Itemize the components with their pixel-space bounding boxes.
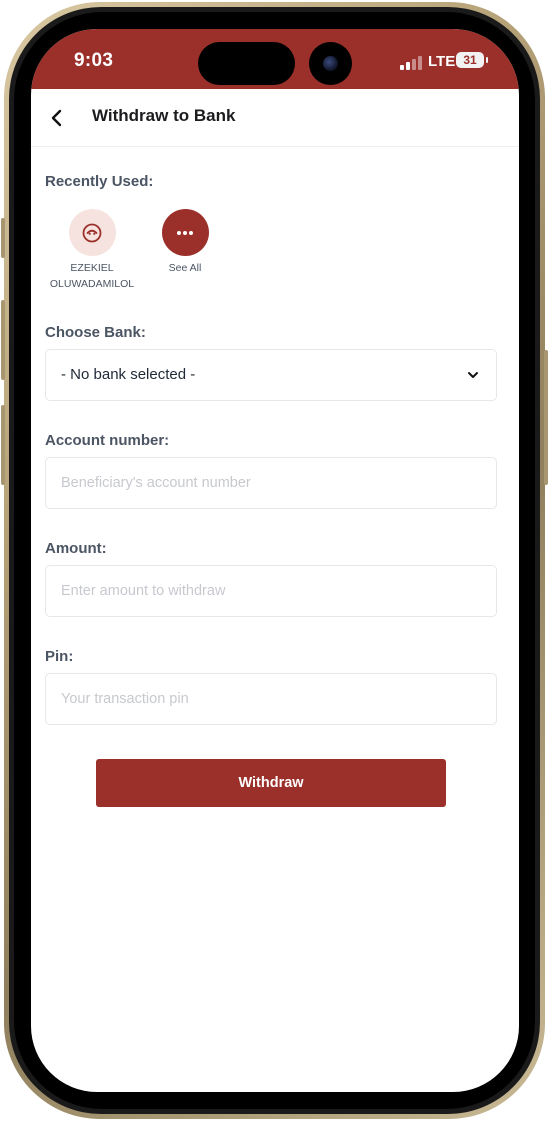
pin-label: Pin: — [45, 648, 74, 665]
recent-beneficiary[interactable]: EZEKIEL OLUWADAMILOL — [35, 209, 149, 292]
dynamic-island — [198, 42, 295, 85]
status-time: 9:03 — [74, 50, 114, 71]
amount-input[interactable] — [46, 566, 496, 616]
side-button-power — [544, 350, 548, 485]
side-button-silent — [1, 218, 5, 258]
pin-field — [45, 673, 497, 725]
camera-icon — [309, 42, 352, 85]
page-title: Withdraw to Bank — [92, 106, 236, 125]
see-all-label: See All — [168, 262, 202, 274]
recently-used-label: Recently Used: — [45, 173, 154, 190]
side-button-volume-down — [1, 405, 5, 485]
more-dots-icon — [161, 209, 209, 256]
battery-icon: 31 — [456, 52, 484, 68]
see-all-button[interactable]: See All — [151, 209, 219, 276]
chevron-down-icon — [468, 372, 478, 378]
amount-field — [45, 565, 497, 617]
app-screen: 9:03 LTE 31 Withdraw to Bank Recently Us… — [31, 29, 519, 1092]
account-number-input[interactable] — [46, 458, 496, 508]
bank-select-value: - No bank selected - — [61, 366, 196, 383]
account-number-field — [45, 457, 497, 509]
status-bar: 9:03 LTE 31 — [31, 29, 519, 89]
side-button-volume-up — [1, 300, 5, 380]
battery-tip — [486, 57, 488, 63]
recent-beneficiary-name: EZEKIEL OLUWADAMILOL — [49, 262, 135, 290]
amount-label: Amount: — [45, 540, 107, 557]
avatar-icon — [68, 209, 116, 256]
network-type: LTE — [428, 53, 456, 70]
choose-bank-label: Choose Bank: — [45, 324, 146, 341]
bank-select[interactable]: - No bank selected - — [45, 349, 497, 401]
account-number-label: Account number: — [45, 432, 170, 449]
signal-icon — [400, 56, 422, 70]
withdraw-button[interactable]: Withdraw — [96, 759, 446, 807]
chevron-left-icon[interactable] — [45, 106, 69, 130]
pin-input[interactable] — [46, 674, 496, 724]
page-header: Withdraw to Bank — [31, 89, 519, 147]
